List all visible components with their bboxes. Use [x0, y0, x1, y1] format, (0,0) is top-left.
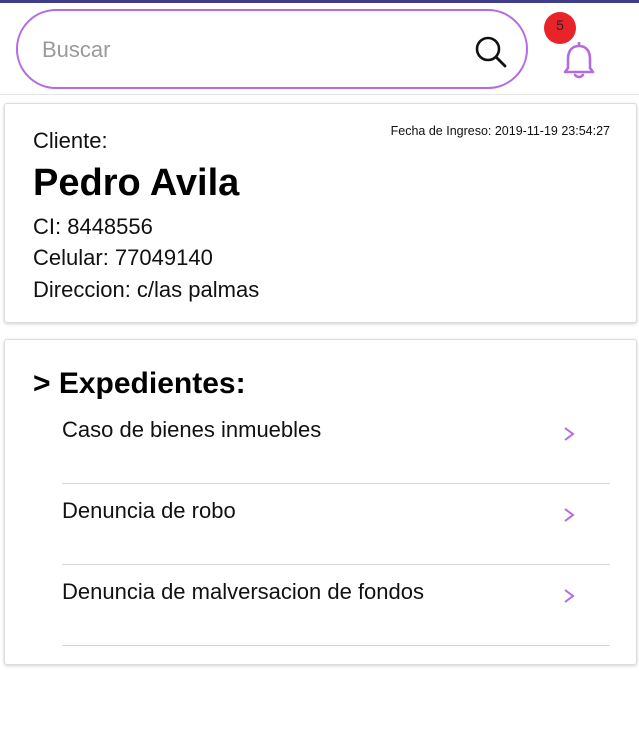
- expediente-item[interactable]: Denuncia de malversacion de fondos: [62, 565, 610, 646]
- search-icon[interactable]: [474, 35, 508, 69]
- expediente-label: Caso de bienes inmuebles: [62, 417, 322, 442]
- client-name: Pedro Avila: [33, 162, 240, 204]
- expediente-item[interactable]: Caso de bienes inmuebles: [62, 403, 610, 484]
- client-phone: Celular: 77049140: [33, 245, 213, 270]
- client-card: Cliente: Fecha de Ingreso: 2019-11-19 23…: [4, 103, 637, 323]
- chevron-right-icon: [564, 589, 575, 603]
- entry-date: Fecha de Ingreso: 2019-11-19 23:54:27: [390, 124, 610, 138]
- notification-badge[interactable]: 5: [544, 12, 576, 44]
- search-box[interactable]: [16, 9, 528, 89]
- chevron-right-icon: [564, 508, 575, 522]
- expedientes-title: > Expedientes:: [33, 367, 246, 400]
- search-input[interactable]: [42, 31, 462, 69]
- top-header: 5: [0, 3, 639, 95]
- expedientes-card: > Expedientes: Caso de bienes inmuebles …: [4, 339, 637, 665]
- chevron-right-icon: [564, 427, 575, 441]
- client-ci: CI: 8448556: [33, 214, 153, 239]
- client-label: Cliente:: [33, 128, 108, 153]
- client-address: Direccion: c/las palmas: [33, 277, 260, 302]
- expediente-item[interactable]: Denuncia de robo: [62, 484, 610, 565]
- expediente-label: Denuncia de robo: [62, 498, 236, 523]
- expediente-label: Denuncia de malversacion de fondos: [62, 579, 425, 604]
- bell-icon[interactable]: [560, 41, 598, 81]
